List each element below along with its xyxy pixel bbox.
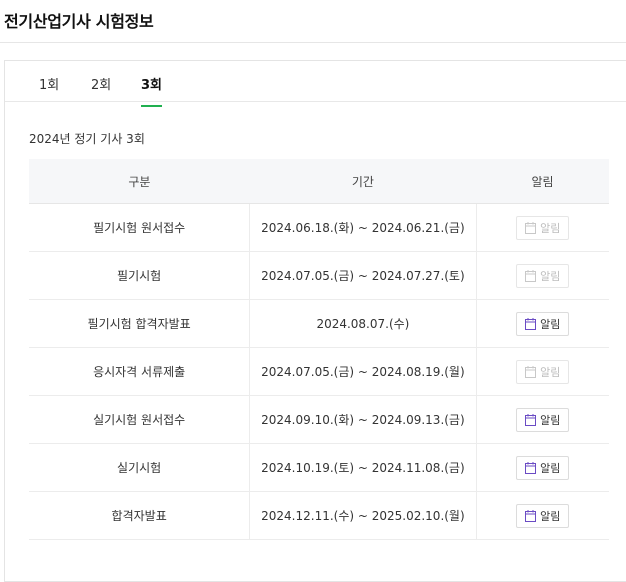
- table-row: 필기시험 2024.07.05.(금) ~ 2024.07.27.(토) 알림: [29, 251, 609, 300]
- row-period: 2024.08.07.(수): [249, 299, 477, 348]
- row-alarm-cell: 알림: [475, 395, 609, 444]
- calendar-icon: [525, 269, 537, 282]
- table-row: 필기시험 합격자발표 2024.08.07.(수) 알림: [29, 299, 609, 348]
- row-alarm-cell: 알림: [475, 347, 609, 396]
- row-alarm-cell: 알림: [475, 443, 609, 492]
- alarm-button[interactable]: 알림: [516, 311, 570, 336]
- alarm-button-label: 알림: [540, 365, 561, 379]
- alarm-button-label: 알림: [540, 509, 561, 523]
- round-tabs: 1회 2회 3회: [5, 61, 626, 107]
- table-row: 합격자발표 2024.12.11.(수) ~ 2025.02.10.(월) 알림: [29, 491, 609, 540]
- alarm-button[interactable]: 알림: [516, 407, 570, 432]
- row-alarm-cell: 알림: [475, 251, 609, 300]
- row-gubun: 필기시험: [29, 251, 250, 300]
- alarm-button: 알림: [516, 263, 570, 288]
- section-title: 2024년 정기 기사 3회: [29, 132, 145, 146]
- row-period: 2024.09.10.(화) ~ 2024.09.13.(금): [249, 395, 477, 444]
- alarm-button-label: 알림: [540, 269, 561, 283]
- row-alarm-cell: 알림: [475, 203, 609, 252]
- alarm-button-label: 알림: [540, 221, 561, 235]
- row-period: 2024.07.05.(금) ~ 2024.08.19.(월): [249, 347, 477, 396]
- row-gubun: 실기시험 원서접수: [29, 395, 250, 444]
- alarm-button: 알림: [516, 215, 570, 240]
- alarm-button-label: 알림: [540, 461, 561, 475]
- tab-round-1[interactable]: 1회: [39, 74, 59, 105]
- row-period: 2024.07.05.(금) ~ 2024.07.27.(토): [249, 251, 477, 300]
- row-gubun: 필기시험 합격자발표: [29, 299, 250, 348]
- row-gubun: 합격자발표: [29, 491, 250, 540]
- table-header-row: 구분 기간 알림: [29, 159, 609, 204]
- calendar-icon: [525, 317, 537, 330]
- row-period: 2024.12.11.(수) ~ 2025.02.10.(월): [249, 491, 477, 540]
- page-title: 전기산업기사 시험정보: [4, 12, 154, 31]
- header-gubun: 구분: [29, 159, 250, 204]
- calendar-icon: [525, 461, 537, 474]
- tab-round-3[interactable]: 3회: [141, 74, 163, 107]
- table-row: 응시자격 서류제출 2024.07.05.(금) ~ 2024.08.19.(월)…: [29, 347, 609, 396]
- exam-info-card: 1회 2회 3회 2024년 정기 기사 3회 구분 기간 알림 필기시험 원서…: [4, 60, 626, 582]
- calendar-icon: [525, 365, 537, 378]
- row-gubun: 필기시험 원서접수: [29, 203, 250, 252]
- alarm-button[interactable]: 알림: [516, 455, 570, 480]
- alarm-button-label: 알림: [540, 317, 561, 331]
- row-period: 2024.10.19.(토) ~ 2024.11.08.(금): [249, 443, 477, 492]
- tab-round-2[interactable]: 2회: [91, 74, 111, 105]
- table-row: 실기시험 원서접수 2024.09.10.(화) ~ 2024.09.13.(금)…: [29, 395, 609, 444]
- table-row: 실기시험 2024.10.19.(토) ~ 2024.11.08.(금) 알림: [29, 443, 609, 492]
- row-period: 2024.06.18.(화) ~ 2024.06.21.(금): [249, 203, 477, 252]
- header-alarm: 알림: [476, 159, 609, 204]
- calendar-icon: [525, 509, 537, 522]
- row-gubun: 실기시험: [29, 443, 250, 492]
- table-row: 필기시험 원서접수 2024.06.18.(화) ~ 2024.06.21.(금)…: [29, 203, 609, 252]
- calendar-icon: [525, 221, 537, 234]
- title-divider: [0, 42, 626, 43]
- alarm-button-label: 알림: [540, 413, 561, 427]
- header-period: 기간: [249, 159, 477, 204]
- alarm-button[interactable]: 알림: [516, 503, 570, 528]
- row-alarm-cell: 알림: [475, 299, 609, 348]
- calendar-icon: [525, 413, 537, 426]
- row-gubun: 응시자격 서류제출: [29, 347, 250, 396]
- alarm-button: 알림: [516, 359, 570, 384]
- schedule-table: 구분 기간 알림 필기시험 원서접수 2024.06.18.(화) ~ 2024.…: [29, 159, 609, 540]
- row-alarm-cell: 알림: [475, 491, 609, 540]
